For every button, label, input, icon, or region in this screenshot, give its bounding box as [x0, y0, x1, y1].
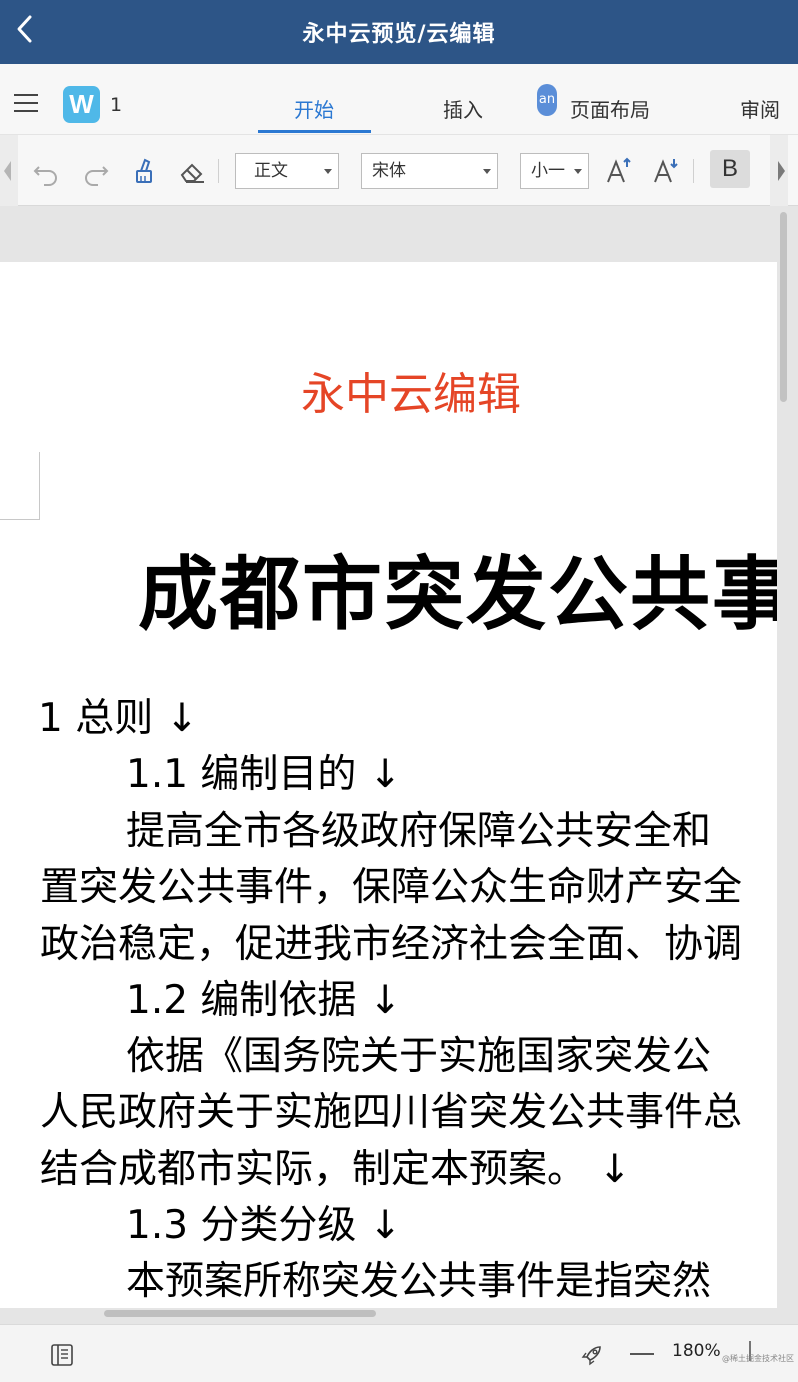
paragraph-style-value: 正文 [254, 161, 288, 181]
font-family-select[interactable]: 宋体 [361, 153, 498, 189]
body-line: 政治稳定，促进我市经济社会全面、协调 [40, 922, 743, 967]
subheading-line: 1.3 分类分级 ↓ [126, 1203, 402, 1248]
active-tab-indicator [258, 130, 371, 133]
vertical-scroll-thumb[interactable] [780, 212, 787, 402]
watermark-text: @稀土掘金技术社区 [722, 1354, 794, 1363]
subheading-line: 1.2 编制依据 ↓ [126, 978, 402, 1023]
word-document-icon: W [63, 86, 100, 123]
rocket-icon[interactable] [580, 1343, 604, 1367]
paragraph-style-select[interactable]: 正文 [235, 153, 339, 189]
page-header-text: 永中云编辑 [301, 369, 521, 420]
chevron-down-icon [324, 169, 332, 174]
document-page[interactable]: 永中云编辑 成都市突发公共事 1 总则 ↓ 1.1 编制目的 ↓ 提高全市各级政… [0, 262, 777, 1308]
body-line: 结合成都市实际，制定本预案。 ↓ [40, 1147, 632, 1192]
increase-font-size-icon[interactable] [603, 155, 635, 187]
body-line: 本预案所称突发公共事件是指突然 [126, 1259, 712, 1304]
toolbar-divider [693, 159, 694, 183]
eraser-icon[interactable] [176, 155, 208, 187]
toolbar-scroll-left[interactable] [0, 135, 18, 207]
body-line: 依据《国务院关于实施国家突发公 [126, 1034, 712, 1079]
chevron-left-icon [4, 161, 11, 181]
font-size-value: 小一 [531, 161, 565, 181]
horizontal-scroll-thumb[interactable] [104, 1310, 376, 1317]
subheading-line: 1.1 编制目的 ↓ [126, 752, 402, 797]
tab-page-layout[interactable]: 页面布局 [570, 94, 650, 123]
chevron-right-icon [778, 161, 785, 181]
font-size-select[interactable]: 小一 [520, 153, 589, 189]
user-avatar[interactable]: an [537, 84, 557, 116]
undo-icon[interactable] [30, 155, 62, 187]
chevron-down-icon [483, 169, 491, 174]
zoom-level: 180% [672, 1341, 721, 1361]
vertical-scrollbar[interactable] [779, 206, 789, 1306]
redo-icon[interactable] [80, 155, 112, 187]
zoom-out-button[interactable] [630, 1353, 654, 1355]
outline-view-icon[interactable] [50, 1343, 74, 1367]
font-family-value: 宋体 [372, 161, 406, 181]
formatting-toolbar: 正文 宋体 小一 [0, 134, 798, 207]
toolbar-scroll-right[interactable] [770, 135, 788, 207]
chevron-down-icon [574, 169, 582, 174]
app-title: 永中云预览/云编辑 [302, 22, 496, 47]
hamburger-menu-icon[interactable] [14, 94, 38, 114]
tab-home[interactable]: 开始 [294, 94, 334, 123]
heading-line: 1 总则 ↓ [38, 696, 199, 741]
status-bar: 180% @稀土掘金技术社区 [0, 1324, 798, 1382]
body-line: 置突发公共事件，保障公众生命财产安全 [40, 865, 743, 910]
decrease-font-size-icon[interactable] [650, 155, 682, 187]
bold-button[interactable]: B [710, 150, 750, 188]
toolbar-divider [218, 159, 219, 183]
title-bar: 永中云预览/云编辑 [0, 0, 798, 64]
tab-review[interactable]: 审阅 [740, 94, 780, 123]
document-name[interactable]: 1 [110, 94, 122, 116]
ribbon-tab-row: W 1 开始 插入 an 页面布局 审阅 [0, 64, 798, 134]
tab-insert[interactable]: 插入 [443, 94, 483, 123]
body-line: 提高全市各级政府保障公共安全和 [126, 809, 712, 854]
format-painter-icon[interactable] [128, 155, 160, 187]
document-title: 成都市突发公共事 [138, 548, 777, 641]
body-line: 人民政府关于实施四川省突发公共事件总 [40, 1090, 743, 1135]
page-margin-marker [0, 452, 40, 520]
